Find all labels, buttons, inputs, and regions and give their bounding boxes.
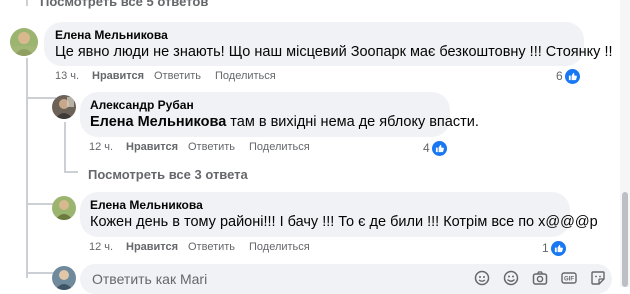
reaction-count[interactable]: 4	[423, 139, 448, 157]
avatar[interactable]	[52, 196, 76, 220]
reply-button[interactable]: Ответить	[188, 241, 235, 253]
reply-button[interactable]: Ответить	[188, 141, 235, 153]
comment-author[interactable]: Елена Мельникова	[90, 198, 203, 212]
share-button[interactable]: Поделиться	[249, 141, 310, 153]
thread-line-main	[26, 58, 28, 278]
like-icon	[430, 139, 448, 157]
thread-branch-1	[26, 97, 56, 99]
comment-text: Елена Мельникова там в вихідні нема де я…	[90, 114, 479, 130]
share-button[interactable]: Поделиться	[215, 70, 276, 82]
comment-time[interactable]: 12 ч.	[89, 241, 113, 253]
comment-time[interactable]: 12 ч.	[89, 141, 113, 153]
thread-branch-nested	[64, 171, 78, 173]
reply-input-placeholder: Ответить как Mari	[92, 271, 208, 287]
reaction-count-value: 1	[542, 241, 549, 255]
avatar[interactable]	[10, 28, 38, 56]
comment-text: Це явно люди не знають! Що наш місцевий …	[55, 44, 613, 60]
scrollbar[interactable]	[620, 0, 630, 287]
reaction-count-value: 6	[556, 69, 563, 83]
thread-line-nested	[64, 122, 66, 172]
view-more-replies-link[interactable]: Посмотреть все 3 ответа	[88, 167, 248, 182]
thread-line-top	[26, 0, 28, 6]
scrollbar-thumb[interactable]	[622, 192, 628, 287]
comment-author[interactable]: Александр Рубан	[90, 98, 194, 112]
like-icon	[549, 239, 567, 257]
like-button[interactable]: Нравится	[126, 141, 178, 153]
sticker2-icon[interactable]	[590, 270, 606, 286]
comment-text: Кожен день в тому районі!!! І бачу !!! Т…	[90, 214, 598, 230]
avatar[interactable]	[52, 266, 76, 290]
reaction-count-value: 4	[423, 141, 430, 155]
gif-icon[interactable]: GIF	[561, 270, 577, 286]
like-button[interactable]: Нравится	[126, 241, 178, 253]
mention-link[interactable]: Елена Мельникова	[90, 114, 226, 130]
sticker-icon[interactable]	[474, 270, 490, 286]
comment-author[interactable]: Елена Мельникова	[55, 28, 168, 42]
comment-text-body: там в вихідні нема де яблоку впасти.	[226, 114, 479, 130]
reply-button[interactable]: Ответить	[154, 70, 201, 82]
comment-time[interactable]: 13 ч.	[55, 70, 79, 82]
camera-icon[interactable]	[532, 270, 548, 286]
like-icon	[563, 67, 581, 85]
like-button[interactable]: Нравится	[92, 70, 144, 82]
reaction-count[interactable]: 6	[556, 67, 581, 85]
avatar[interactable]	[52, 95, 76, 119]
svg-text:GIF: GIF	[564, 277, 574, 283]
share-button[interactable]: Поделиться	[249, 241, 310, 253]
view-all-replies-link[interactable]: Посмотреть все 5 ответов	[40, 0, 208, 9]
emoji-icon[interactable]	[503, 270, 519, 286]
reaction-count[interactable]: 1	[542, 239, 567, 257]
